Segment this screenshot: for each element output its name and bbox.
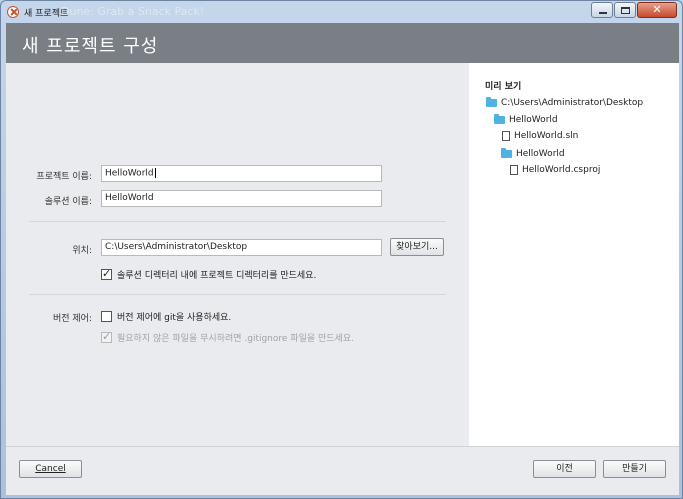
section-divider	[29, 294, 446, 295]
tree-item-folder: HelloWorld	[501, 148, 565, 159]
browse-button[interactable]: 찾아보기...	[390, 238, 444, 256]
use-git-checkbox[interactable]: 버전 제어에 git을 사용하세요.	[101, 310, 231, 323]
tree-item-label: C:\Users\Administrator\Desktop	[501, 98, 644, 108]
tree-item-file: HelloWorld.sln	[502, 131, 578, 141]
app-icon	[7, 6, 19, 18]
folder-icon	[501, 148, 512, 158]
location-label: 위치:	[72, 246, 92, 256]
preview-panel: 미리 보기 C:\Users\Administrator\Desktop Hel…	[469, 63, 679, 446]
location-value: C:\Users\Administrator\Desktop	[105, 242, 248, 252]
caption-buttons: ✕	[591, 2, 677, 18]
checkbox-checked-icon[interactable]	[101, 267, 112, 280]
gitignore-checkbox: 필요하지 않은 파일을 무시하려면 .gitignore 파일을 만드세요.	[101, 330, 354, 344]
location-input[interactable]: C:\Users\Administrator\Desktop	[101, 239, 382, 256]
use-git-label: 버전 제어에 git을 사용하세요.	[117, 313, 232, 323]
previous-button[interactable]: 이전	[533, 460, 596, 478]
file-icon	[510, 165, 518, 175]
tree-item-folder: C:\Users\Administrator\Desktop	[486, 97, 644, 108]
dialog-client: 새 프로젝트 구성 프로젝트 이름: HelloWorld 솔루션 이름: He…	[6, 23, 679, 495]
tree-item-label: HelloWorld.sln	[514, 131, 579, 141]
file-icon	[502, 131, 510, 141]
tree-item-label: HelloWorld	[509, 115, 558, 125]
page-title: 새 프로젝트 구성	[22, 36, 159, 57]
folder-icon	[494, 114, 505, 124]
solution-name-value: HelloWorld	[105, 193, 154, 203]
minimize-button[interactable]	[591, 2, 613, 18]
version-control-label: 버전 제어:	[52, 314, 92, 324]
text-caret	[154, 168, 156, 178]
cancel-button[interactable]: Cancel	[19, 460, 82, 478]
maximize-button[interactable]	[614, 2, 636, 18]
create-button[interactable]: 만들기	[603, 460, 666, 478]
solution-name-label: 솔루션 이름:	[44, 197, 92, 207]
preview-title: 미리 보기	[485, 82, 522, 92]
create-directory-checkbox[interactable]: 솔루션 디렉터리 내에 프로젝트 디렉터리를 만드세요.	[101, 267, 317, 281]
create-directory-label: 솔루션 디렉터리 내에 프로젝트 디렉터리를 만드세요.	[117, 271, 317, 281]
gitignore-label: 필요하지 않은 파일을 무시하려면 .gitignore 파일을 만드세요.	[117, 334, 354, 344]
close-icon: ✕	[652, 3, 662, 16]
tree-item-label: HelloWorld.csproj	[522, 165, 601, 175]
section-divider	[29, 221, 446, 222]
minimize-icon	[599, 12, 607, 14]
form-area: 프로젝트 이름: HelloWorld 솔루션 이름: HelloWorld 위…	[6, 63, 469, 446]
cancel-label: Cancel	[35, 464, 66, 474]
tree-item-label: HelloWorld	[516, 149, 565, 159]
tree-item-file: HelloWorld.csproj	[510, 165, 600, 175]
project-name-input[interactable]: HelloWorld	[101, 165, 382, 182]
dialog-header: 새 프로젝트 구성	[6, 23, 679, 63]
folder-icon	[486, 97, 497, 107]
dialog-window: 새 프로젝트 Dune: Grab a Snack Pack! ✕ 새 프로젝트…	[0, 0, 683, 499]
checkbox-checked-icon	[101, 330, 112, 343]
tree-item-folder: HelloWorld	[494, 114, 558, 125]
checkbox-unchecked-icon[interactable]	[101, 311, 112, 322]
project-name-value: HelloWorld	[105, 168, 154, 179]
maximize-icon	[621, 7, 630, 14]
background-window-title: Dune: Grab a Snack Pack!	[61, 5, 205, 18]
solution-name-input[interactable]: HelloWorld	[101, 190, 382, 207]
dialog-footer: Cancel 이전 만들기	[6, 446, 679, 495]
title-bar[interactable]: 새 프로젝트 Dune: Grab a Snack Pack! ✕	[1, 1, 682, 23]
project-name-label: 프로젝트 이름:	[36, 172, 92, 182]
close-button[interactable]: ✕	[637, 2, 677, 18]
